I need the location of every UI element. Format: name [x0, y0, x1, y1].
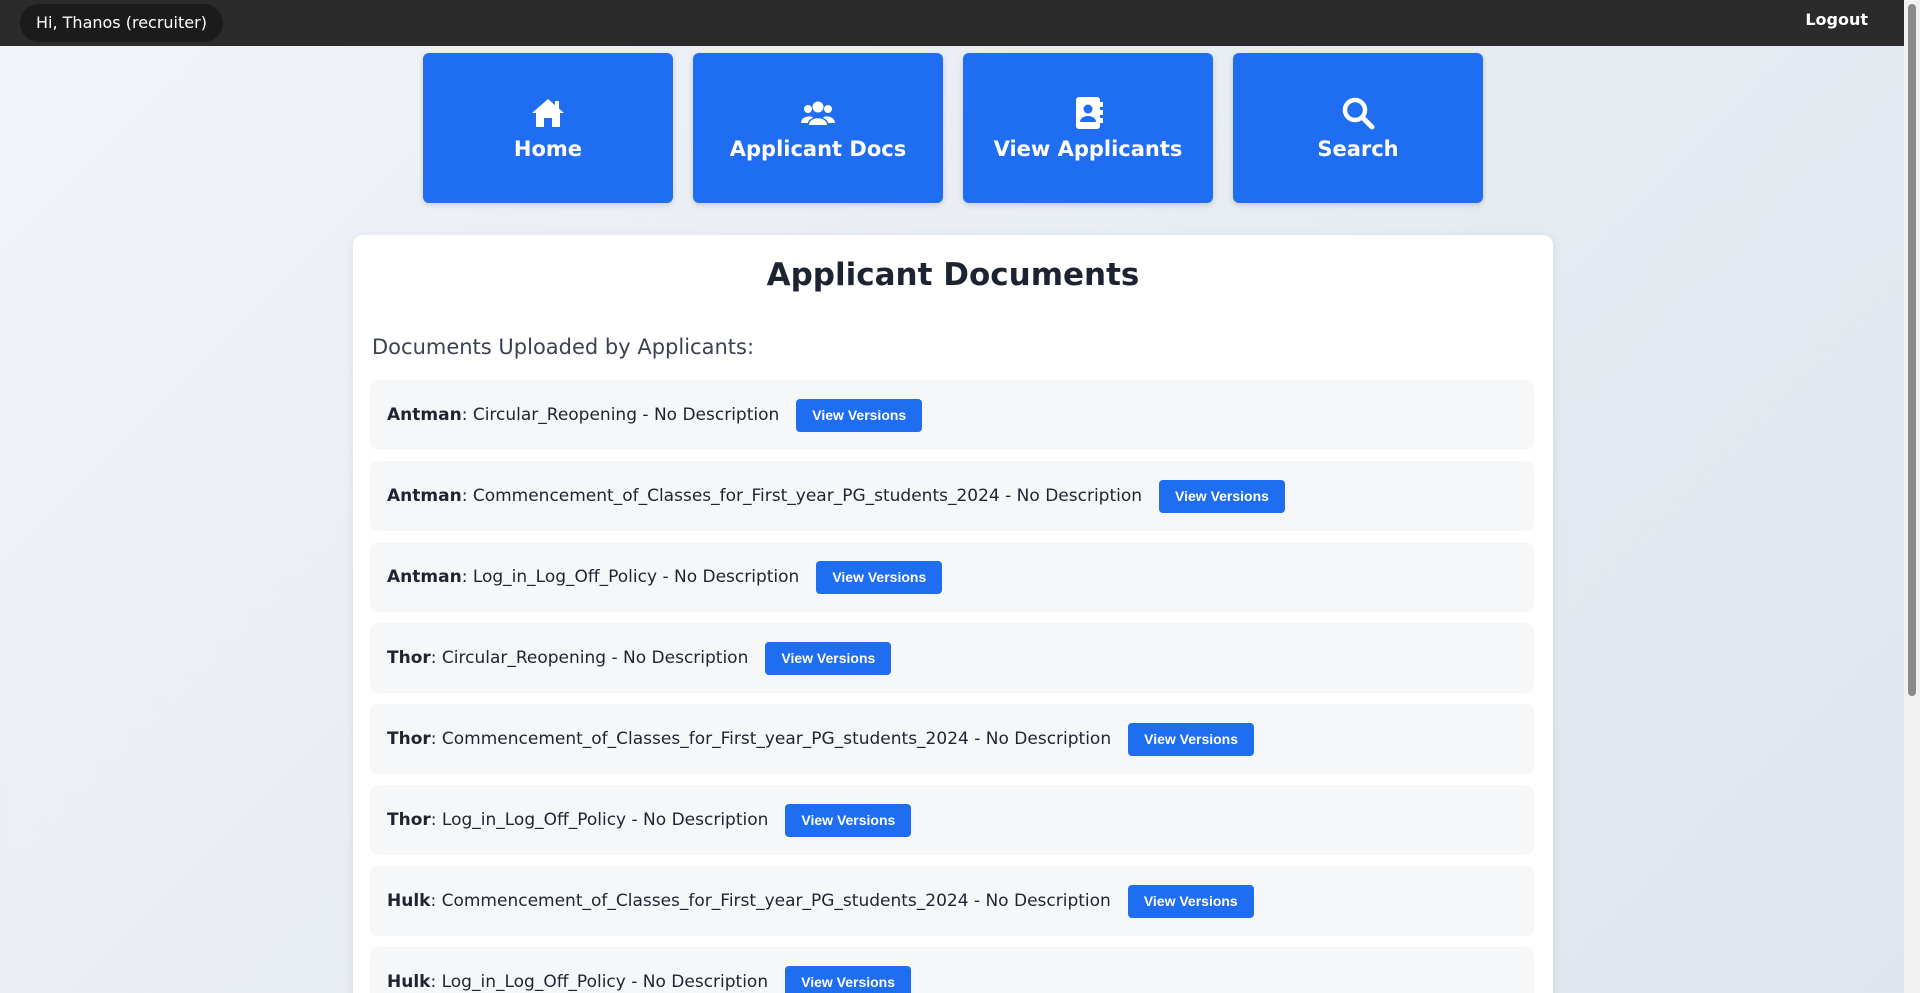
- document-text: Hulk: Commencement_of_Classes_for_First_…: [387, 891, 1111, 911]
- nav-card-applicant-docs[interactable]: Applicant Docs: [693, 53, 943, 203]
- document-text: Antman: Log_in_Log_Off_Policy - No Descr…: [387, 567, 799, 587]
- document-detail: : Log_in_Log_Off_Policy - No Description: [430, 810, 769, 830]
- view-versions-button[interactable]: View Versions: [765, 641, 892, 675]
- nav-card-home[interactable]: Home: [423, 53, 673, 203]
- user-greeting: Hi, Thanos (recruiter): [20, 4, 223, 42]
- document-detail: : Log_in_Log_Off_Policy - No Description: [461, 567, 800, 587]
- view-versions-button[interactable]: View Versions: [816, 560, 943, 594]
- nav-label-view-applicants: View Applicants: [993, 137, 1183, 161]
- document-row: Antman: Commencement_of_Classes_for_Firs…: [370, 461, 1534, 531]
- view-versions-button[interactable]: View Versions: [796, 398, 923, 432]
- document-row: Thor: Commencement_of_Classes_for_First_…: [370, 704, 1534, 774]
- document-text: Thor: Log_in_Log_Off_Policy - No Descrip…: [387, 810, 768, 830]
- document-detail: : Commencement_of_Classes_for_First_year…: [461, 486, 1143, 506]
- logout-link[interactable]: Logout: [1805, 0, 1868, 40]
- document-text: Thor: Circular_Reopening - No Descriptio…: [387, 648, 748, 668]
- document-text: Antman: Circular_Reopening - No Descript…: [387, 405, 779, 425]
- document-detail: : Circular_Reopening - No Description: [430, 648, 749, 668]
- nav-label-search: Search: [1317, 137, 1399, 161]
- document-row: Antman: Circular_Reopening - No Descript…: [370, 380, 1534, 450]
- section-title: Documents Uploaded by Applicants:: [372, 335, 755, 359]
- documents-panel: Applicant Documents Documents Uploaded b…: [353, 235, 1553, 993]
- document-detail: : Commencement_of_Classes_for_First_year…: [430, 891, 1111, 911]
- users-icon: [801, 101, 835, 125]
- document-row: Antman: Log_in_Log_Off_Policy - No Descr…: [370, 542, 1534, 612]
- address-book-icon: [1076, 97, 1103, 129]
- document-text: Thor: Commencement_of_Classes_for_First_…: [387, 729, 1111, 749]
- applicant-name: Thor: [387, 648, 431, 668]
- nav-label-applicant-docs: Applicant Docs: [729, 137, 907, 161]
- applicant-name: Antman: [387, 567, 462, 587]
- view-versions-button[interactable]: View Versions: [785, 965, 912, 993]
- document-text: Hulk: Log_in_Log_Off_Policy - No Descrip…: [387, 972, 768, 992]
- applicant-name: Antman: [387, 486, 462, 506]
- nav-label-home: Home: [513, 137, 583, 161]
- search-icon: [1342, 97, 1375, 130]
- document-detail: : Log_in_Log_Off_Policy - No Description: [430, 972, 769, 992]
- applicant-name: Thor: [387, 729, 431, 749]
- view-versions-button[interactable]: View Versions: [1128, 722, 1255, 756]
- page-title: Applicant Documents: [766, 257, 1140, 293]
- applicant-name: Hulk: [387, 972, 431, 992]
- view-versions-button[interactable]: View Versions: [785, 803, 912, 837]
- main-nav: Home Applicant Docs View Applicants Sear…: [423, 53, 1483, 203]
- page-scrollbar[interactable]: [1904, 0, 1920, 993]
- document-detail: : Circular_Reopening - No Description: [461, 405, 780, 425]
- scrollbar-thumb[interactable]: [1908, 4, 1916, 696]
- document-text: Antman: Commencement_of_Classes_for_Firs…: [387, 486, 1142, 506]
- nav-card-view-applicants[interactable]: View Applicants: [963, 53, 1213, 203]
- top-bar: Hi, Thanos (recruiter) Logout: [0, 0, 1904, 46]
- view-versions-button[interactable]: View Versions: [1127, 884, 1254, 918]
- document-row: Thor: Log_in_Log_Off_Policy - No Descrip…: [370, 785, 1534, 855]
- applicant-name: Thor: [387, 810, 431, 830]
- view-versions-button[interactable]: View Versions: [1159, 479, 1285, 513]
- document-row: Hulk: Commencement_of_Classes_for_First_…: [370, 866, 1534, 936]
- home-icon: [532, 99, 564, 127]
- applicant-name: Antman: [387, 405, 462, 425]
- applicant-name: Hulk: [387, 891, 431, 911]
- document-row: Hulk: Log_in_Log_Off_Policy - No Descrip…: [370, 947, 1534, 993]
- document-row: Thor: Circular_Reopening - No Descriptio…: [370, 623, 1534, 693]
- nav-card-search[interactable]: Search: [1233, 53, 1483, 203]
- document-detail: : Commencement_of_Classes_for_First_year…: [430, 729, 1112, 749]
- document-list: Antman: Circular_Reopening - No Descript…: [370, 380, 1534, 993]
